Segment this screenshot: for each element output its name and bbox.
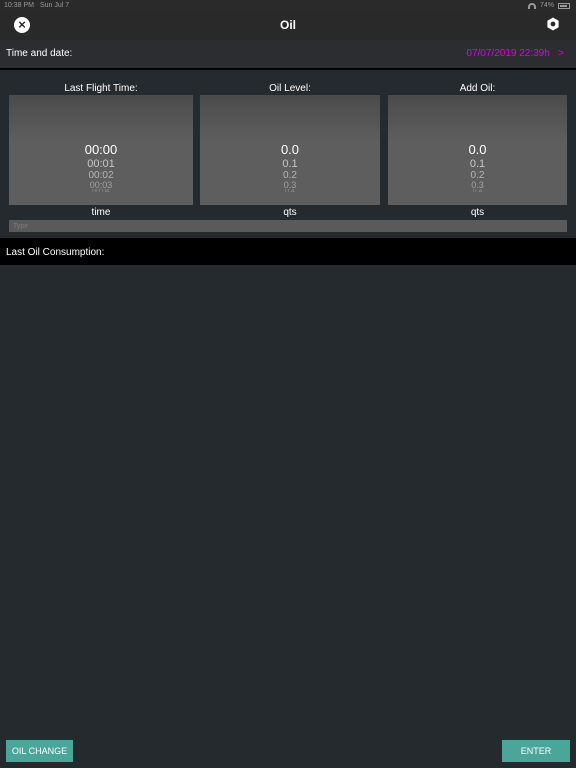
picker-option[interactable]: 00:03	[9, 181, 193, 188]
wifi-icon	[527, 3, 536, 9]
picker-option[interactable]: 0.2	[200, 170, 380, 181]
battery-icon	[558, 3, 570, 9]
enter-button[interactable]: ENTER	[502, 740, 570, 762]
status-right: 74%	[527, 0, 570, 12]
picker-option[interactable]: 0.1	[388, 158, 567, 170]
picker-option[interactable]: 00:04	[9, 189, 193, 192]
page-title: Oil	[279, 18, 296, 32]
gear-icon[interactable]	[546, 17, 560, 31]
type-input[interactable]	[9, 220, 567, 232]
add-oil-label: Add Oil:	[459, 83, 496, 94]
last-oil-consumption-label: Last Oil Consumption:	[6, 247, 105, 258]
picker-selected-value[interactable]: 0.0	[388, 143, 567, 157]
oil-level-picker[interactable]: 0.0 0.1 0.2 0.3 0.4	[200, 95, 380, 205]
picker-option[interactable]: 0.4	[388, 189, 567, 192]
navigation-bar: × Oil	[0, 12, 576, 40]
picker-option[interactable]: 0.1	[200, 158, 380, 170]
datetime-value[interactable]: 07/07/2019 22:39h >	[466, 48, 564, 59]
time-unit-label: time	[91, 207, 111, 218]
last-flight-time-label: Last Flight Time:	[64, 83, 138, 94]
oil-level-label: Oil Level:	[269, 83, 311, 94]
picker-selected-value[interactable]: 00:00	[9, 143, 193, 157]
picker-option[interactable]: 00:01	[9, 158, 193, 170]
status-time: 10:38 PM	[4, 2, 34, 9]
oil-change-button[interactable]: OIL CHANGE	[6, 740, 73, 762]
picker-option[interactable]: 0.3	[388, 181, 567, 188]
picker-option[interactable]: 0.4	[200, 189, 380, 192]
datetime-label: Time and date:	[6, 48, 73, 59]
chevron-right-icon: >	[558, 48, 564, 59]
status-date: Sun Jul 7	[40, 2, 70, 9]
picker-option[interactable]: 0.2	[388, 170, 567, 181]
status-bar: 10:38 PM Sun Jul 7 74%	[0, 0, 576, 12]
last-oil-consumption-header: Last Oil Consumption:	[0, 238, 576, 265]
picker-option[interactable]: 00:02	[9, 170, 193, 181]
battery-percent: 74%	[539, 2, 554, 9]
add-oil-picker[interactable]: 0.0 0.1 0.2 0.3 0.4	[388, 95, 567, 205]
datetime-row[interactable]: Time and date: 07/07/2019 22:39h >	[0, 40, 576, 70]
picker-option[interactable]: 0.3	[200, 181, 380, 188]
last-flight-time-picker[interactable]: 00:00 00:01 00:02 00:03 00:04	[9, 95, 193, 205]
datetime-text: 07/07/2019 22:39h	[466, 48, 550, 59]
picker-selected-value[interactable]: 0.0	[200, 143, 380, 157]
add-oil-unit-label: qts	[470, 207, 485, 218]
oil-level-unit-label: qts	[283, 207, 297, 218]
